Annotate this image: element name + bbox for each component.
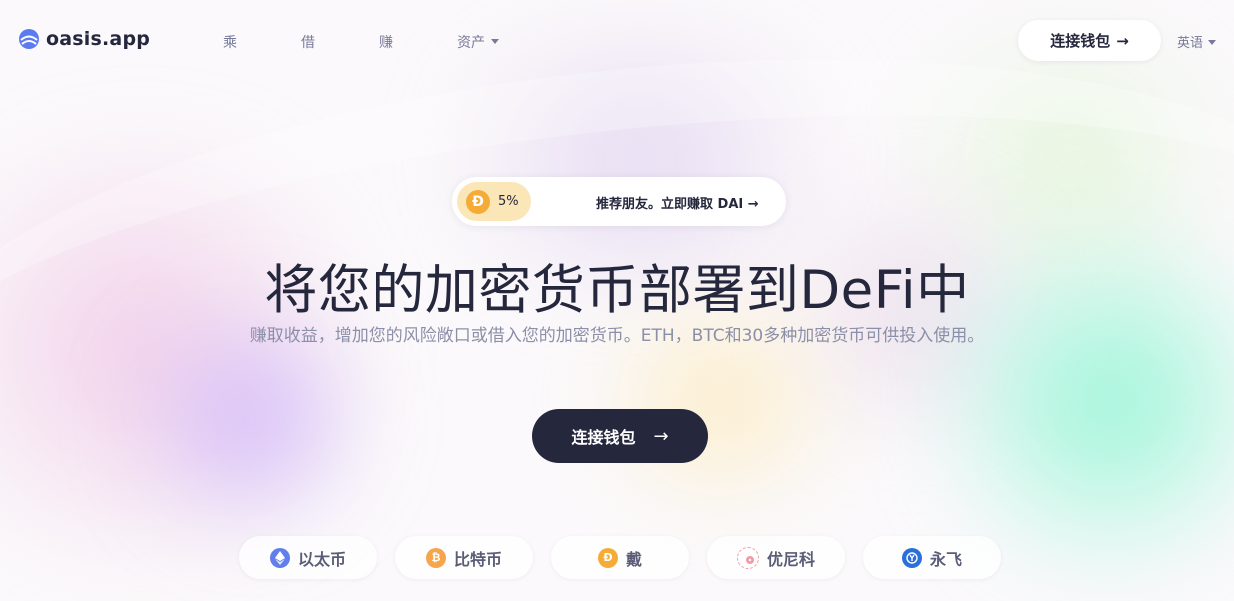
nav-item-assets[interactable]: 资产 — [457, 32, 499, 52]
hero-title: 将您的加密货币部署到DeFi中 — [264, 260, 970, 321]
asset-pill-eth[interactable]: 以太币 — [239, 536, 377, 579]
yfi-icon — [901, 547, 922, 568]
referral-text: 推荐朋友。立即赚取 DAI → — [596, 197, 759, 212]
nav-item-assets-label: 资产 — [457, 35, 485, 51]
eth-icon — [269, 547, 290, 568]
chevron-down-icon — [491, 39, 499, 44]
chevron-down-icon — [1208, 40, 1217, 45]
dai-icon: Đ — [466, 189, 490, 214]
language-selector[interactable]: 英语 — [1177, 32, 1217, 51]
connect-wallet-button-main[interactable]: 连接钱包 → — [532, 409, 708, 463]
nav-item-earn[interactable]: 赚 — [379, 32, 393, 52]
connect-wallet-button-header[interactable]: 连接钱包 → — [1018, 20, 1161, 61]
hero-subtitle: 赚取收益，增加您的风险敞口或借入您的加密货币。ETH，BTC和30多种加密货币可… — [249, 326, 985, 346]
top-navigation-bar: oasis.app 乘 借 赚 资产 连接钱包 → 英语 — [0, 0, 1234, 80]
oasis-logo-icon — [19, 29, 39, 49]
brand-logo[interactable]: oasis.app — [18, 28, 150, 50]
asset-label: 优尼科 — [766, 549, 815, 569]
referral-banner[interactable]: Đ 5% 推荐朋友。立即赚取 DAI → — [452, 177, 786, 226]
arrow-right-icon: → — [653, 425, 669, 447]
referral-reward-badge: Đ 5% — [457, 182, 531, 221]
landing-page: oasis.app 乘 借 赚 资产 连接钱包 → 英语 Đ 5% 推荐朋友。立… — [0, 0, 1234, 601]
language-label: 英语 — [1177, 36, 1204, 51]
referral-percent: 5% — [498, 194, 519, 209]
uniswap-icon — [736, 546, 759, 569]
nav-item-borrow[interactable]: 借 — [301, 32, 315, 52]
asset-label: 永飞 — [929, 549, 962, 569]
arrow-right-icon: → — [1116, 31, 1129, 50]
btc-icon: ₿ — [425, 547, 446, 568]
asset-pill-btc[interactable]: ₿ 比特币 — [395, 536, 533, 579]
asset-label: 以太币 — [297, 549, 346, 569]
asset-pill-dai[interactable]: Đ 戴 — [551, 536, 689, 579]
nav-item-multiply[interactable]: 乘 — [223, 32, 237, 52]
connect-wallet-label: 连接钱包 — [1050, 32, 1111, 50]
dai-icon: Đ — [597, 547, 618, 568]
asset-pill-uni[interactable]: 优尼科 — [707, 536, 845, 579]
asset-pill-yfi[interactable]: 永飞 — [863, 536, 1001, 579]
asset-label: 戴 — [625, 549, 642, 569]
brand-name: oasis.app — [46, 28, 151, 50]
connect-wallet-label: 连接钱包 — [571, 428, 636, 447]
asset-label: 比特币 — [453, 549, 502, 569]
